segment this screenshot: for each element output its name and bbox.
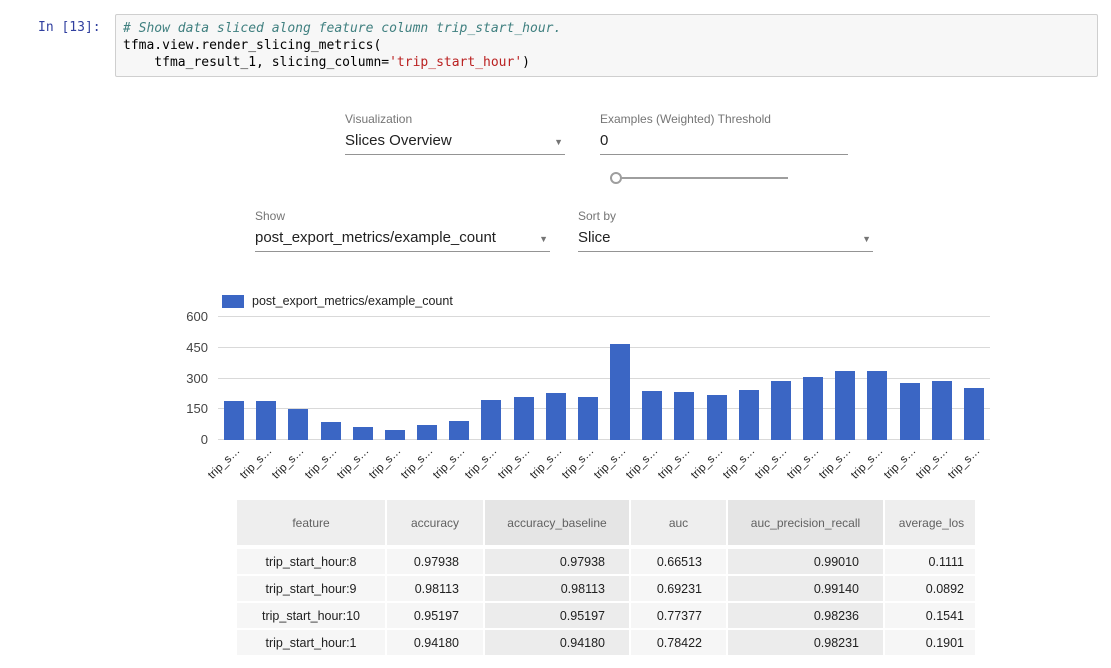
chart-bar xyxy=(288,409,308,440)
gridline xyxy=(218,316,990,317)
slider-track xyxy=(610,177,788,179)
metric-cell: 0.1901 xyxy=(885,630,975,657)
sort-by-value: Slice xyxy=(578,229,611,246)
threshold-label: Examples (Weighted) Threshold xyxy=(600,112,771,126)
y-axis-tick-label: 600 xyxy=(162,309,208,324)
metric-cell: 0.69231 xyxy=(631,576,728,603)
threshold-input[interactable]: 0 xyxy=(600,128,848,155)
chart-bar xyxy=(771,381,791,440)
metric-cell: 0.97938 xyxy=(485,549,631,576)
show-label: Show xyxy=(255,209,285,223)
chart-bar xyxy=(707,395,727,441)
chart-bar xyxy=(385,430,405,440)
code-line: tfma.view.render_slicing_metrics( xyxy=(123,38,381,53)
chart-bar xyxy=(514,397,534,440)
metric-cell: 0.1541 xyxy=(885,603,975,630)
table-header-row: featureaccuracyaccuracy_baselineaucauc_p… xyxy=(237,500,975,549)
chart-bar xyxy=(867,371,887,440)
show-select[interactable]: post_export_metrics/example_count ▼ xyxy=(255,225,550,252)
metric-cell: 0.98113 xyxy=(485,576,631,603)
y-axis-tick-label: 300 xyxy=(162,371,208,386)
metric-cell: 0.98113 xyxy=(387,576,485,603)
metric-cell: 0.94180 xyxy=(387,630,485,657)
chart-bar xyxy=(739,390,759,440)
chart-bar xyxy=(835,371,855,440)
feature-cell: trip_start_hour:1 xyxy=(237,630,387,657)
chart-bar xyxy=(803,377,823,440)
visualization-value: Slices Overview xyxy=(345,132,452,149)
feature-cell: trip_start_hour:9 xyxy=(237,576,387,603)
chevron-down-icon: ▼ xyxy=(539,234,548,244)
metric-cell: 0.95197 xyxy=(485,603,631,630)
y-axis-tick-label: 150 xyxy=(162,401,208,416)
input-prompt: In [13]: xyxy=(38,14,115,35)
chart-bar xyxy=(610,344,630,440)
chart-bar xyxy=(417,425,437,440)
bar-chart: 0150300450600trip_s…trip_s…trip_s…trip_s… xyxy=(218,317,990,440)
gridline xyxy=(218,347,990,348)
chart-bar xyxy=(578,397,598,440)
legend-swatch-icon xyxy=(222,295,244,308)
feature-cell: trip_start_hour:8 xyxy=(237,549,387,576)
metric-cell: 0.78422 xyxy=(631,630,728,657)
table-row: trip_start_hour:100.951970.951970.773770… xyxy=(237,603,975,630)
chevron-down-icon: ▼ xyxy=(862,234,871,244)
chart-bar xyxy=(321,422,341,440)
chart-bar xyxy=(481,400,501,440)
chart-bar xyxy=(642,391,662,440)
table-row: trip_start_hour:10.941800.941800.784220.… xyxy=(237,630,975,657)
sort-by-select[interactable]: Slice ▼ xyxy=(578,225,873,252)
metric-cell: 0.99140 xyxy=(728,576,885,603)
column-header-feature[interactable]: feature xyxy=(237,500,387,549)
metric-cell: 0.0892 xyxy=(885,576,975,603)
legend-label: post_export_metrics/example_count xyxy=(252,294,453,308)
column-header-accuracy_baseline[interactable]: accuracy_baseline xyxy=(485,500,631,549)
chart-bar xyxy=(900,383,920,440)
chart-bar xyxy=(674,392,694,440)
chart-bar xyxy=(546,393,566,440)
y-axis-tick-label: 0 xyxy=(162,432,208,447)
code-editor[interactable]: # Show data sliced along feature column … xyxy=(115,14,1098,77)
table-row: trip_start_hour:80.979380.979380.665130.… xyxy=(237,549,975,576)
code-content: # Show data sliced along feature column … xyxy=(123,20,1090,71)
chevron-down-icon: ▼ xyxy=(554,137,563,147)
chart-bar xyxy=(449,421,469,440)
show-value: post_export_metrics/example_count xyxy=(255,229,496,246)
metric-cell: 0.1111 xyxy=(885,549,975,576)
chart-bar xyxy=(224,401,244,440)
sort-by-label: Sort by xyxy=(578,209,616,223)
column-header-auc[interactable]: auc xyxy=(631,500,728,549)
chart-bar xyxy=(353,427,373,440)
metric-cell: 0.97938 xyxy=(387,549,485,576)
metric-cell: 0.77377 xyxy=(631,603,728,630)
metric-cell: 0.98231 xyxy=(728,630,885,657)
metric-cell: 0.94180 xyxy=(485,630,631,657)
chart-bar xyxy=(256,401,276,440)
metrics-table-container: featureaccuracyaccuracy_baselineaucauc_p… xyxy=(237,500,975,668)
metric-cell: 0.95197 xyxy=(387,603,485,630)
notebook-cell: In [13]: # Show data sliced along featur… xyxy=(38,14,1098,77)
column-header-auc_precision_recall[interactable]: auc_precision_recall xyxy=(728,500,885,549)
feature-cell: trip_start_hour:10 xyxy=(237,603,387,630)
y-axis-tick-label: 450 xyxy=(162,340,208,355)
slider-knob[interactable] xyxy=(610,172,622,184)
code-comment: # Show data sliced along feature column … xyxy=(123,21,561,36)
column-header-average_los[interactable]: average_los xyxy=(885,500,975,549)
column-header-accuracy[interactable]: accuracy xyxy=(387,500,485,549)
code-string: 'trip_start_hour' xyxy=(389,55,522,70)
metric-cell: 0.99010 xyxy=(728,549,885,576)
visualization-select[interactable]: Slices Overview ▼ xyxy=(345,128,565,155)
visualization-label: Visualization xyxy=(345,112,412,126)
code-line: tfma_result_1, slicing_column= xyxy=(123,55,389,70)
chart-bar xyxy=(932,381,952,440)
code-line: ) xyxy=(522,55,530,70)
metric-cell: 0.98236 xyxy=(728,603,885,630)
threshold-value: 0 xyxy=(600,132,608,149)
threshold-slider[interactable] xyxy=(610,171,788,185)
chart-bar xyxy=(964,388,984,440)
chart-legend: post_export_metrics/example_count xyxy=(222,294,453,308)
table-row: trip_start_hour:90.981130.981130.692310.… xyxy=(237,576,975,603)
metric-cell: 0.66513 xyxy=(631,549,728,576)
metrics-table: featureaccuracyaccuracy_baselineaucauc_p… xyxy=(237,500,975,657)
